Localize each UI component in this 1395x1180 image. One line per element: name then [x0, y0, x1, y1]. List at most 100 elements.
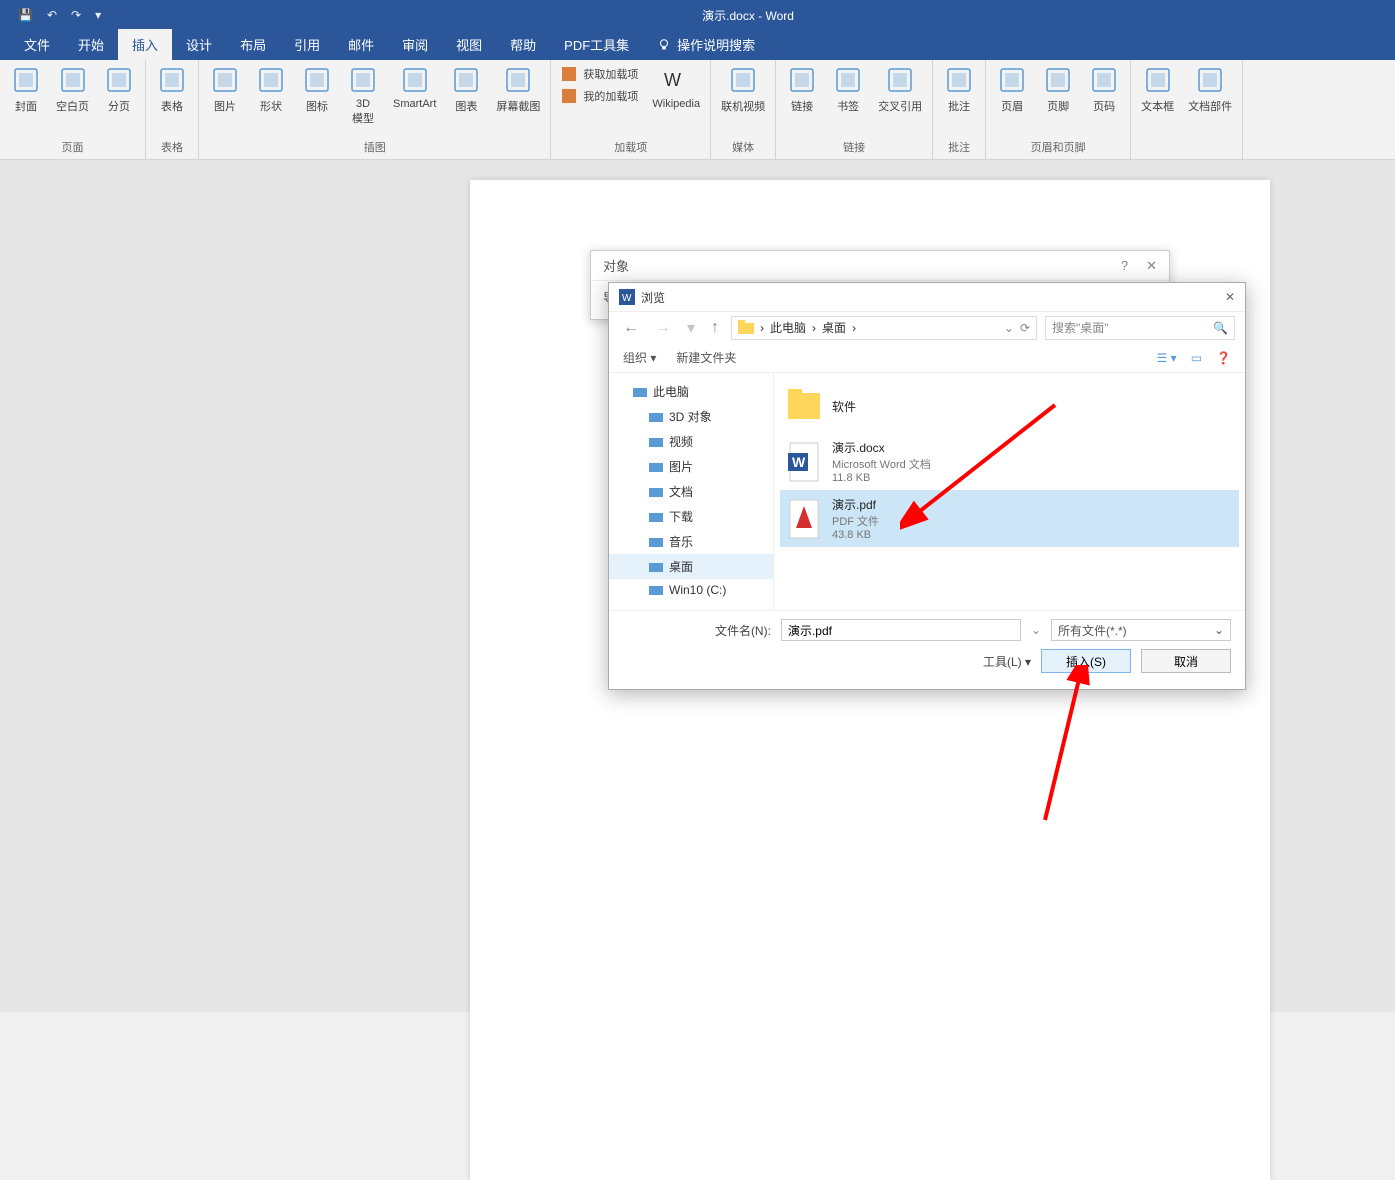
tab-视图[interactable]: 视图: [442, 29, 496, 60]
text-box-button[interactable]: 文本框: [1137, 64, 1178, 116]
quick-access-toolbar: 💾 ↶ ↷ ▾: [0, 8, 101, 22]
comment-button[interactable]: 批注: [939, 64, 979, 116]
tools-menu[interactable]: 工具(L) ▾: [983, 653, 1031, 670]
link-button[interactable]: 链接: [782, 64, 822, 116]
filename-input[interactable]: [781, 619, 1021, 641]
folder-icon: [649, 460, 663, 474]
group-label: 链接: [782, 137, 926, 157]
get-addins-button[interactable]: 获取加载项: [557, 64, 642, 84]
back-button[interactable]: ←: [619, 319, 643, 337]
svg-text:W: W: [664, 70, 681, 90]
my-addins-button[interactable]: 我的加载项: [557, 86, 642, 106]
object-dialog-title: 对象: [603, 256, 629, 275]
footer-button[interactable]: 页脚: [1038, 64, 1078, 116]
bookmark-button[interactable]: 书签: [828, 64, 868, 116]
title-bar: 💾 ↶ ↷ ▾ 演示.docx - Word: [0, 0, 1395, 30]
view-options-icon[interactable]: ☰ ▾: [1157, 351, 1177, 365]
folder-icon: [649, 410, 663, 424]
tree-node-desktop[interactable]: 桌面: [609, 554, 773, 579]
address-dropdown-icon[interactable]: ⌄: [1004, 321, 1014, 335]
window-title: 演示.docx - Word: [101, 7, 1395, 24]
tell-me-search[interactable]: 操作说明搜索: [643, 29, 769, 60]
group-label: [1137, 153, 1236, 157]
bulb-icon: [657, 38, 671, 52]
preview-pane-icon[interactable]: ▭: [1191, 351, 1202, 365]
page-number-button[interactable]: 页码: [1084, 64, 1124, 116]
folder-icon: [649, 583, 663, 597]
tab-开始[interactable]: 开始: [64, 29, 118, 60]
tree-node-music[interactable]: 音乐: [609, 529, 773, 554]
tab-引用[interactable]: 引用: [280, 29, 334, 60]
screenshot-button[interactable]: 屏幕截图: [492, 64, 544, 116]
help-icon[interactable]: ❓: [1216, 351, 1231, 365]
online-video-button[interactable]: 联机视频: [717, 64, 769, 116]
blank-page-button[interactable]: 空白页: [52, 64, 93, 116]
chart-button[interactable]: 图表: [446, 64, 486, 116]
breadcrumb-segment[interactable]: 此电脑: [770, 319, 806, 336]
tree-node-3d-objects[interactable]: 3D 对象: [609, 404, 773, 429]
insert-button[interactable]: 插入(S): [1041, 649, 1131, 673]
close-icon[interactable]: ✕: [1146, 258, 1157, 274]
close-icon[interactable]: ✕: [1225, 290, 1235, 304]
file-type-filter[interactable]: 所有文件(*.*)⌄: [1051, 619, 1231, 641]
smartart-button[interactable]: SmartArt: [389, 64, 440, 112]
up-button[interactable]: ↑: [707, 319, 723, 337]
tree-node-drive-c[interactable]: Win10 (C:): [609, 579, 773, 601]
filename-label: 文件名(N):: [715, 622, 771, 639]
wikipedia-button[interactable]: WWikipedia: [648, 64, 704, 112]
browse-dialog-title: 浏览: [641, 289, 665, 306]
undo-icon[interactable]: ↶: [47, 8, 57, 22]
refresh-icon[interactable]: ⟳: [1020, 321, 1030, 335]
cancel-button[interactable]: 取消: [1141, 649, 1231, 673]
forward-button[interactable]: →: [651, 319, 675, 337]
cross-reference-button[interactable]: 交叉引用: [874, 64, 926, 116]
tab-帮助[interactable]: 帮助: [496, 29, 550, 60]
icons-button[interactable]: 图标: [297, 64, 337, 116]
folder-icon: [649, 560, 663, 574]
file-item[interactable]: 演示.pdfPDF 文件43.8 KB: [780, 490, 1239, 547]
tab-邮件[interactable]: 邮件: [334, 29, 388, 60]
table-button[interactable]: 表格: [152, 64, 192, 116]
tab-布局[interactable]: 布局: [226, 29, 280, 60]
tree-node-this-pc[interactable]: 此电脑: [609, 379, 773, 404]
pictures-button[interactable]: 图片: [205, 64, 245, 116]
svg-text:W: W: [792, 454, 806, 470]
tree-node-documents[interactable]: 文档: [609, 479, 773, 504]
shapes-button[interactable]: 形状: [251, 64, 291, 116]
tab-设计[interactable]: 设计: [172, 29, 226, 60]
folder-icon: [649, 485, 663, 499]
ribbon: 封面空白页分页页面表格表格图片形状图标3D模型SmartArt图表屏幕截图插图获…: [0, 60, 1395, 160]
organize-button[interactable]: 组织 ▾: [623, 349, 656, 366]
search-box[interactable]: 搜索"桌面" 🔍: [1045, 316, 1235, 340]
header-button[interactable]: 页眉: [992, 64, 1032, 116]
tab-审阅[interactable]: 审阅: [388, 29, 442, 60]
group-label: 页面: [6, 137, 139, 157]
new-folder-button[interactable]: 新建文件夹: [676, 349, 736, 366]
folder-icon: [649, 535, 663, 549]
help-icon[interactable]: ?: [1121, 258, 1128, 274]
page-break-button[interactable]: 分页: [99, 64, 139, 116]
tab-插入[interactable]: 插入: [118, 29, 172, 60]
breadcrumb-segment[interactable]: 桌面: [822, 319, 846, 336]
tree-node-downloads[interactable]: 下载: [609, 504, 773, 529]
file-item[interactable]: W演示.docxMicrosoft Word 文档11.8 KB: [780, 433, 1239, 490]
redo-icon[interactable]: ↷: [71, 8, 81, 22]
folder-icon: [649, 435, 663, 449]
recent-button[interactable]: ▾: [683, 318, 699, 338]
tab-文件[interactable]: 文件: [10, 29, 64, 60]
group-label: 表格: [152, 137, 192, 157]
tree-node-videos[interactable]: 视频: [609, 429, 773, 454]
group-label: 批注: [939, 137, 979, 157]
search-icon[interactable]: 🔍: [1213, 321, 1228, 335]
folder-icon: [649, 510, 663, 524]
group-label: 插图: [205, 137, 544, 157]
quick-parts-button[interactable]: 文档部件: [1184, 64, 1236, 116]
save-icon[interactable]: 💾: [18, 8, 33, 22]
qat-more-icon[interactable]: ▾: [95, 8, 101, 22]
file-item[interactable]: 软件: [780, 379, 1239, 433]
address-bar[interactable]: › 此电脑 › 桌面 › ⌄ ⟳: [731, 316, 1037, 340]
tree-node-pictures[interactable]: 图片: [609, 454, 773, 479]
tab-PDF工具集[interactable]: PDF工具集: [550, 29, 643, 60]
cover-page-button[interactable]: 封面: [6, 64, 46, 116]
3d-models-button[interactable]: 3D模型: [343, 64, 383, 128]
